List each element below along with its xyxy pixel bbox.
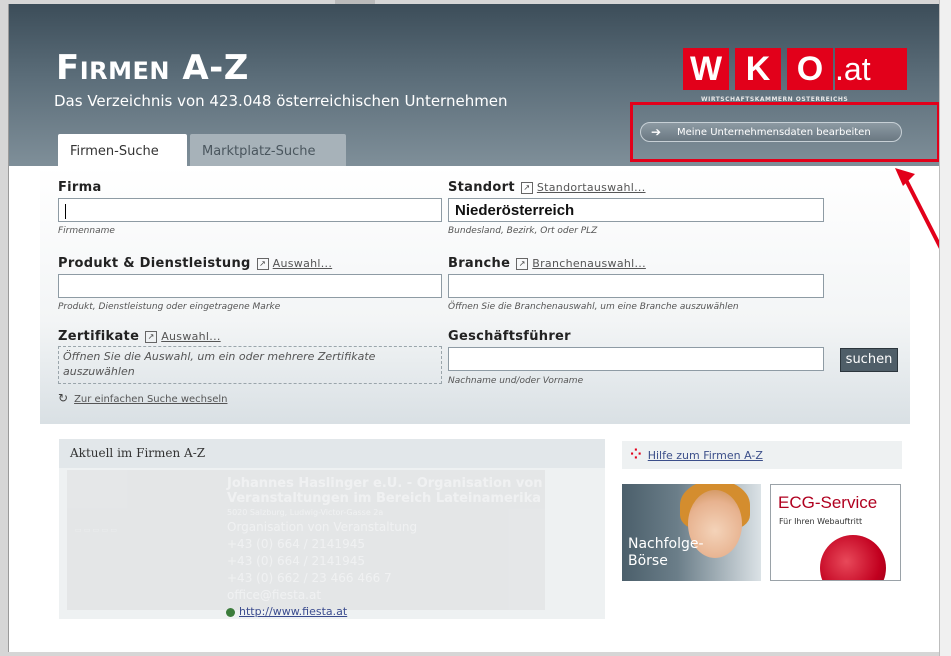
nachfolge-boerse-text: Nachfolge- Börse: [628, 536, 704, 569]
help-dots-icon: ⁘: [630, 447, 642, 463]
standort-input[interactable]: Niederösterreich: [448, 198, 824, 222]
window-right-edge: [939, 0, 951, 656]
company-web-link[interactable]: http://www.fiesta.at: [226, 605, 347, 618]
company-name-line1: Johannes Haslinger e.U. - Organisation v…: [227, 476, 543, 491]
zertifikate-label: Zertifikate ↗ Auswahl...: [58, 329, 221, 344]
geschaeftsfuehrer-hint: Nachname und/oder Vorname: [448, 376, 584, 386]
company-phone2: +43 (0) 664 / 2141945: [227, 554, 365, 568]
produkt-input[interactable]: [58, 274, 442, 298]
tab-marktplatz-suche[interactable]: Marktplatz-Suche: [190, 134, 346, 167]
simple-search-link[interactable]: ↻ Zur einfachen Suche wechseln: [58, 391, 227, 405]
zertifikate-selector[interactable]: Öffnen Sie die Auswahl, um ein oder mehr…: [58, 346, 442, 384]
highlight-annotation-box: [630, 102, 940, 162]
company-logo: ▭ ▭ ▭ ▭ ▭: [75, 526, 117, 534]
geschaeftsfuehrer-label: Geschäftsführer: [448, 329, 571, 344]
refresh-icon: ↻: [58, 391, 69, 405]
branche-input[interactable]: [448, 274, 824, 298]
firma-hint: Firmenname: [58, 226, 115, 236]
branche-hint: Öffnen Sie die Branchenauswahl, um eine …: [448, 302, 739, 312]
logo-suffix: .at: [835, 48, 907, 90]
standort-hint: Bundesland, Bezirk, Ort oder PLZ: [448, 226, 598, 236]
produkt-label: Produkt & Dienstleistung ↗ Auswahl...: [58, 256, 333, 271]
nachfolge-boerse-banner[interactable]: Nachfolge- Börse: [622, 484, 761, 581]
ecg-service-subtitle: Für Ihren Webauftritt: [779, 517, 863, 526]
logo-letter-k: K: [735, 48, 781, 90]
company-phone1: +43 (0) 664 / 2141945: [227, 537, 365, 551]
news-section: Aktuell im Firmen A-Z ▭ ▭ ▭ ▭ ▭ Johannes…: [59, 439, 605, 619]
company-fax: +43 (0) 662 / 23 466 466 7: [227, 571, 392, 585]
standort-select-link[interactable]: Standortauswahl...: [537, 181, 646, 194]
ecg-service-title: ECG-Service: [778, 493, 878, 512]
produkt-select-link[interactable]: Auswahl...: [273, 257, 332, 270]
logo-letter-w: W: [683, 48, 729, 90]
news-company-card[interactable]: ▭ ▭ ▭ ▭ ▭ Johannes Haslinger e.U. - Orga…: [67, 470, 545, 610]
help-link[interactable]: ⁘ Hilfe zum Firmen A-Z: [622, 441, 902, 469]
help-link-label: Hilfe zum Firmen A-Z: [647, 449, 763, 462]
firma-label: Firma: [58, 180, 102, 195]
geschaeftsfuehrer-input[interactable]: [448, 347, 824, 371]
popup-icon: ↗: [520, 181, 533, 194]
wko-logo[interactable]: W K O .at WIRTSCHAFTSKAMMERN ÖSTERREICHS: [683, 48, 907, 106]
popup-icon: ↗: [256, 257, 269, 270]
standort-label: Standort ↗ Standortauswahl...: [448, 180, 646, 195]
page-subtitle: Das Verzeichnis von 423.048 österreichis…: [54, 92, 508, 110]
globe-graphic-icon: [820, 535, 886, 580]
branche-select-link[interactable]: Branchenauswahl...: [532, 257, 646, 270]
search-form: Firma Firmenname Standort ↗ Standortauswah…: [40, 166, 910, 424]
search-button[interactable]: suchen: [840, 348, 898, 372]
popup-icon: ↗: [145, 330, 158, 343]
ecg-service-banner[interactable]: ECG-Service Für Ihren Webauftritt: [770, 484, 901, 581]
popup-icon: ↗: [516, 257, 529, 270]
company-web-label: http://www.fiesta.at: [239, 605, 348, 618]
tab-firmen-suche[interactable]: Firmen-Suche: [58, 134, 187, 167]
firma-input[interactable]: [58, 198, 442, 222]
company-address: 5020 Salzburg, Ludwig-Victor-Gasse 2a: [227, 508, 384, 517]
news-title: Aktuell im Firmen A-Z: [59, 439, 605, 468]
page-title: Firmen A-Z: [56, 48, 249, 88]
zertifikate-select-link[interactable]: Auswahl...: [161, 330, 220, 343]
company-email: office@fiesta.at: [227, 588, 322, 602]
company-category: Organisation von Veranstaltung: [227, 520, 418, 534]
simple-search-label: Zur einfachen Suche wechseln: [74, 394, 228, 405]
globe-icon: [226, 607, 235, 617]
browser-page: Firmen A-Z Das Verzeichnis von 423.048 ö…: [8, 4, 941, 652]
branche-label: Branche ↗ Branchenauswahl...: [448, 256, 646, 271]
produkt-hint: Produkt, Dienstleistung oder eingetragen…: [58, 302, 281, 312]
logo-letter-o: O: [787, 48, 833, 90]
company-name-line2: Veranstaltungen im Bereich Lateinamerika: [227, 491, 542, 506]
text-cursor: [65, 203, 66, 219]
